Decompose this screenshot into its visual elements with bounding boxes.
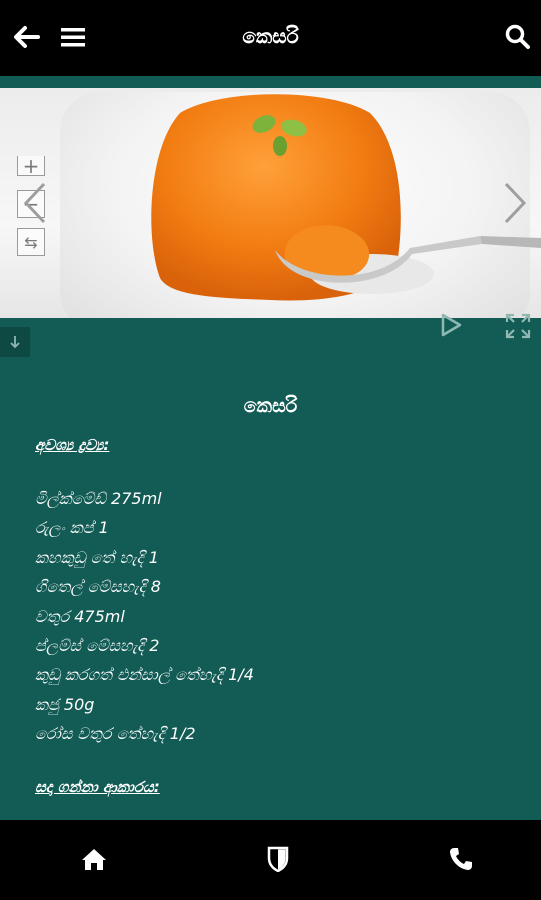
phone-button[interactable]: [446, 844, 476, 874]
list-item: කහකුඩු තේ හැදි 1: [35, 547, 159, 567]
list-item: රෝස වතුර තේහැදි 1/2: [35, 724, 196, 744]
home-button[interactable]: [79, 844, 109, 874]
recipe-title: කෙසරි: [243, 395, 298, 417]
list-item: ගිතෙල් මේසහැදි 8: [35, 577, 161, 597]
top-app-bar: කෙසරි: [0, 0, 541, 76]
shield-icon: [267, 846, 289, 872]
header-divider: [0, 76, 541, 88]
play-icon[interactable]: [438, 312, 464, 338]
recipe-photo: [151, 94, 541, 301]
shield-button[interactable]: [263, 844, 293, 874]
ingredients-heading: අවශ්‍ය ද්‍රව්‍ය:: [35, 436, 110, 454]
chevron-right-icon[interactable]: [500, 180, 530, 226]
home-icon: [82, 849, 106, 870]
phone-icon: [450, 848, 472, 870]
chevron-left-icon[interactable]: [20, 180, 50, 226]
page-title: කෙසරි: [242, 24, 299, 48]
list-item: රුලං කප් 1: [35, 518, 109, 538]
search-button[interactable]: [500, 20, 536, 54]
ingredients-list: මිල්ක්මේඩ් 275ml රුලං කප් 1 කහකුඩු තේ හැ…: [35, 484, 254, 749]
list-item: වතුර 475ml: [35, 606, 125, 626]
zoom-in-button[interactable]: +: [17, 154, 45, 178]
method-heading: සදා ගන්නා ආකාරය:: [35, 778, 160, 796]
list-item: කජු 50g: [35, 694, 95, 714]
collapse-button[interactable]: [0, 327, 30, 357]
list-item: කුඩු කරගත් එන්සාල් තේහැදි 1/4: [35, 665, 254, 685]
image-gallery[interactable]: + − ⇆: [0, 88, 541, 318]
rotate-button[interactable]: ⇆: [17, 228, 45, 256]
search-icon: [505, 24, 530, 49]
list-item: මිල්ක්මේඩ් 275ml: [35, 489, 162, 508]
list-item: ප්ලම්ස් මේසහැදි 2: [35, 635, 160, 655]
bottom-nav-bar: [0, 820, 541, 900]
arrow-down-icon: [10, 336, 20, 349]
fullscreen-icon[interactable]: [505, 313, 531, 339]
